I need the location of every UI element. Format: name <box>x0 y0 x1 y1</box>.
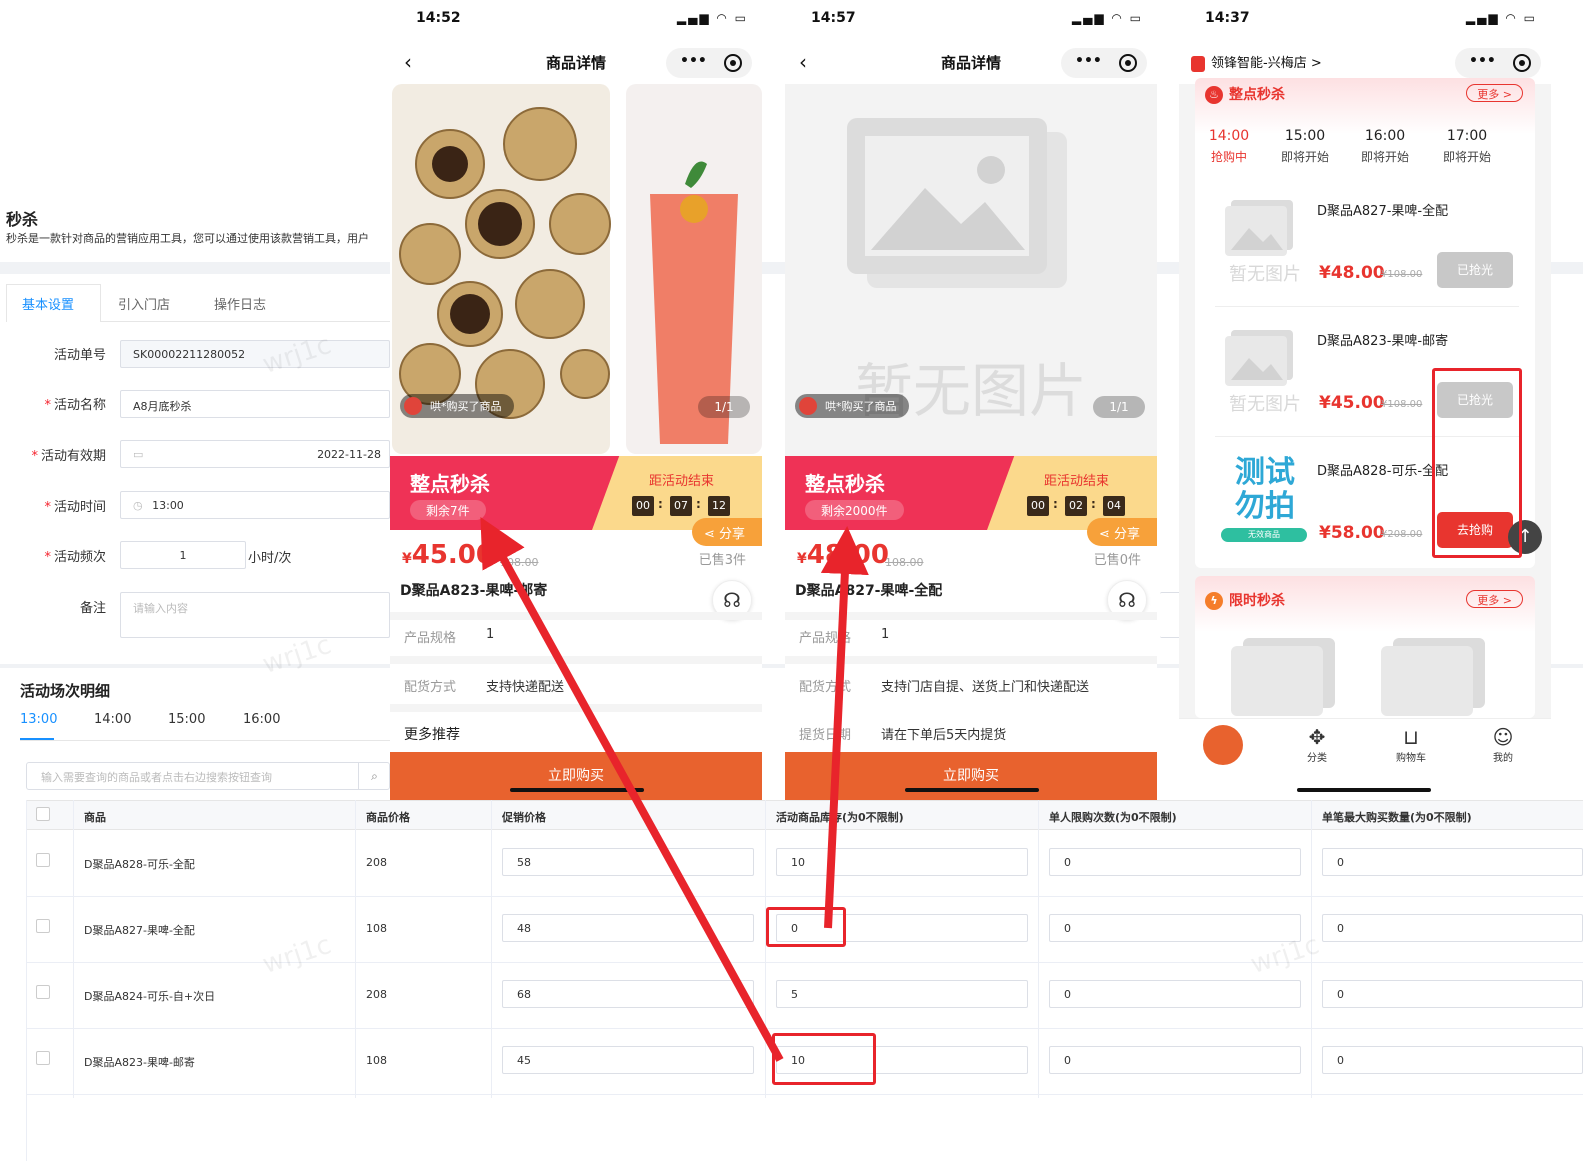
annotation-arrows <box>480 516 869 1062</box>
arrow-to-a823-stock <box>480 516 784 1062</box>
arrow-to-a827-stock <box>820 526 869 929</box>
